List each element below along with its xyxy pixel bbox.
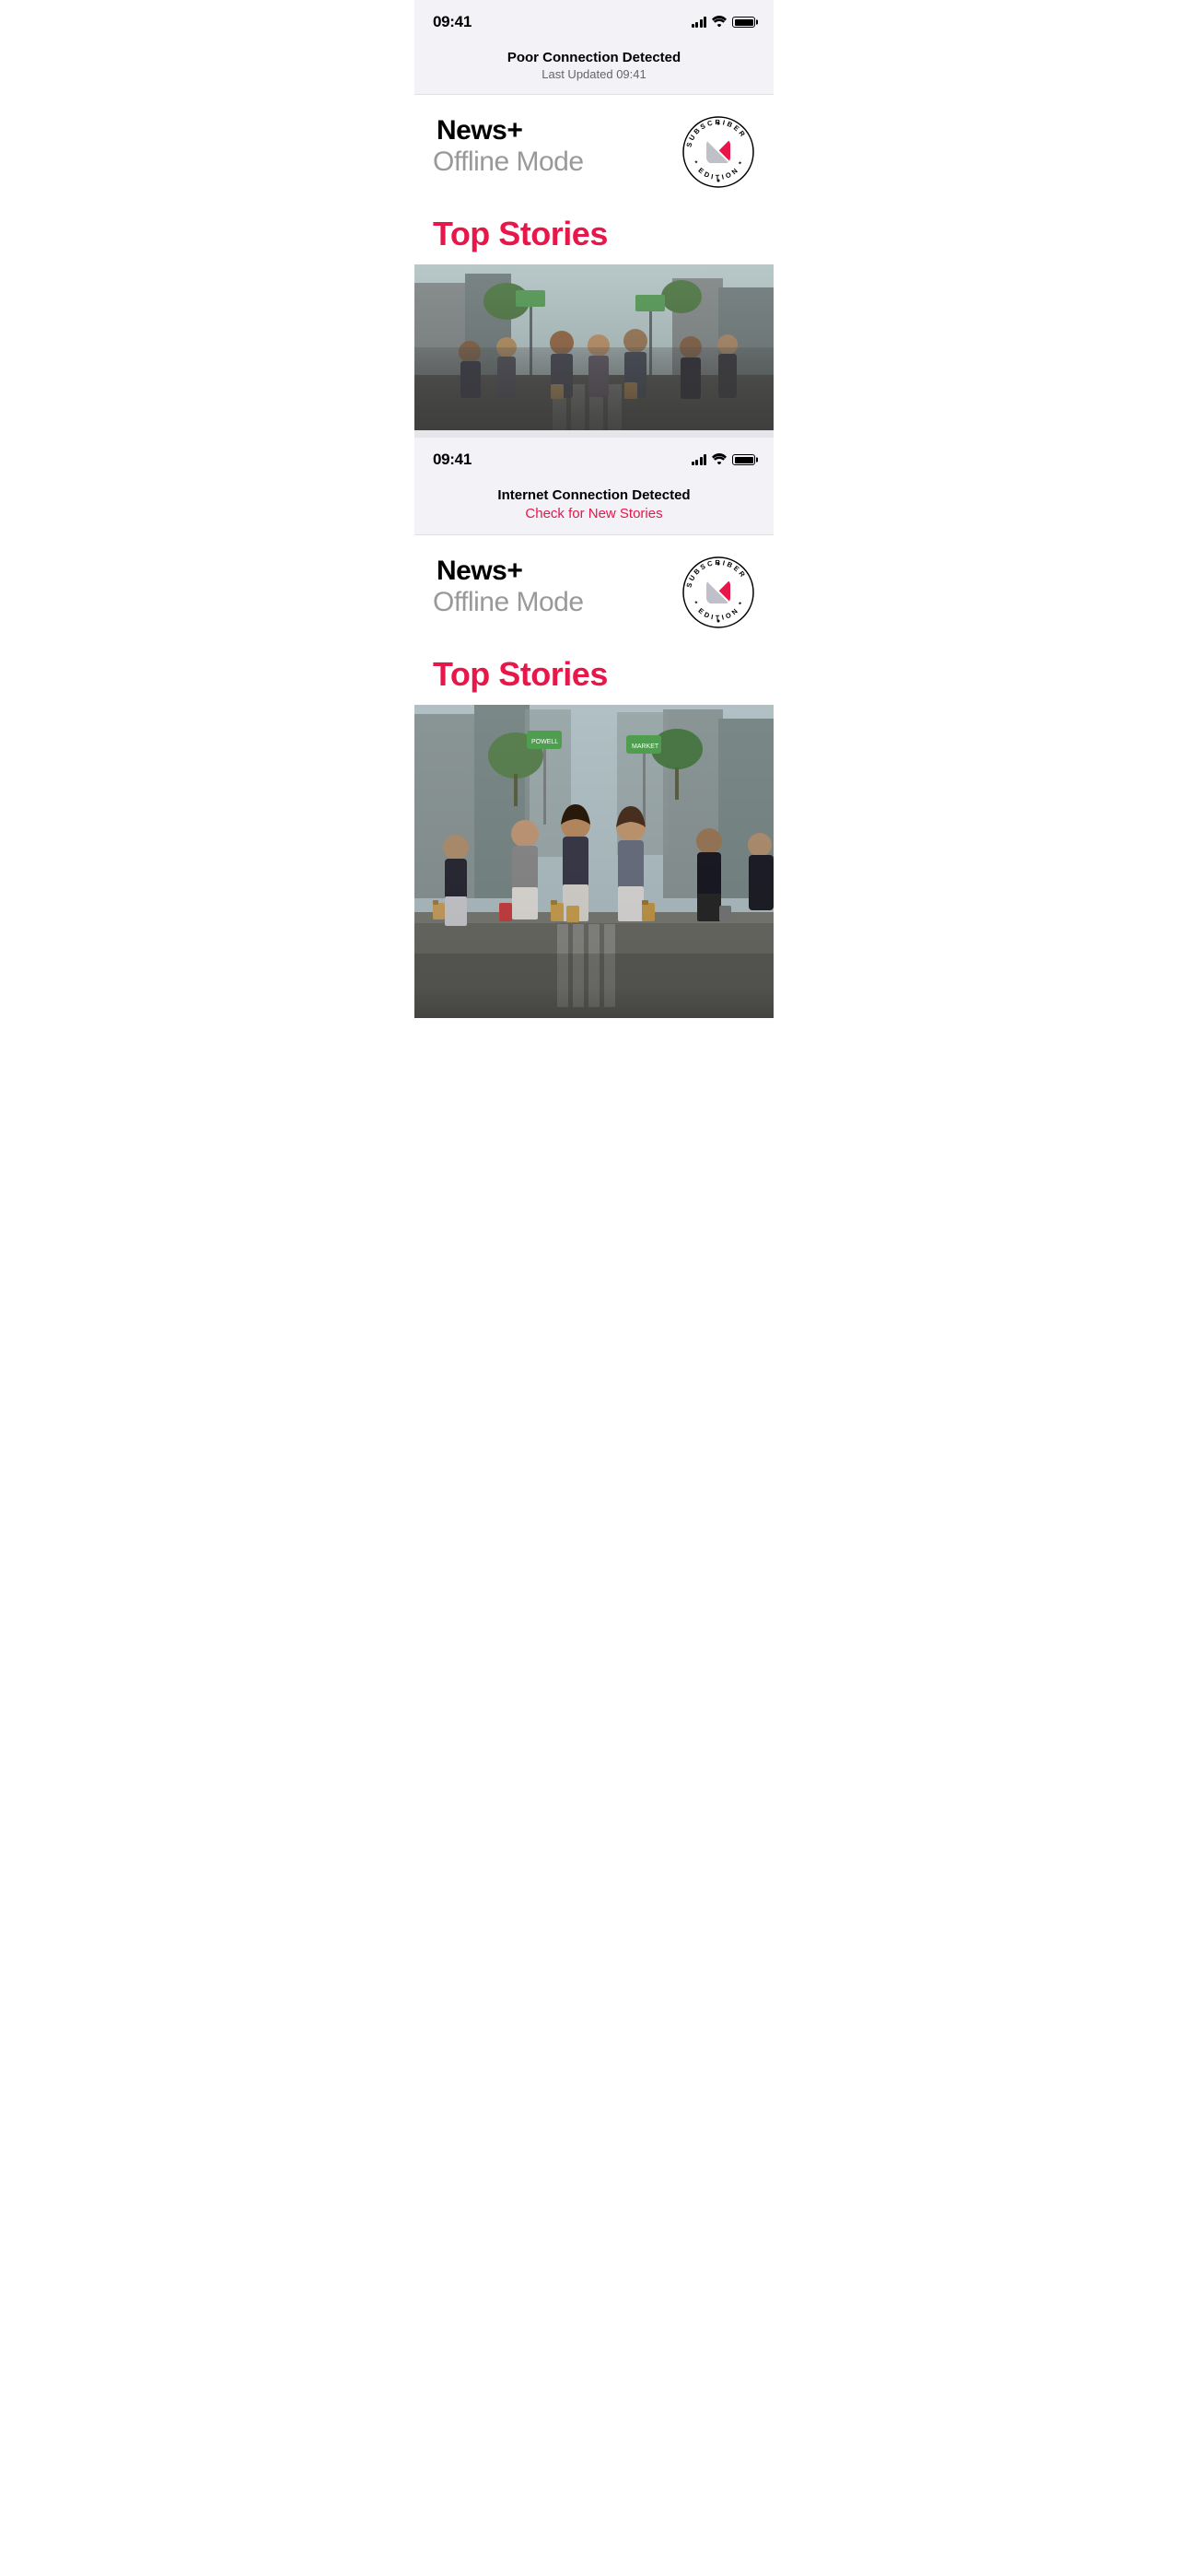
app-header-2: News+ Offline Mode SUBSCRIBER * EDITION … xyxy=(414,535,774,646)
battery-icon-2 xyxy=(732,454,755,465)
wifi-icon-1 xyxy=(712,16,727,29)
notification-banner-1: Poor Connection Detected Last Updated 09… xyxy=(414,41,774,95)
notification-title-1: Poor Connection Detected xyxy=(433,50,755,65)
notification-subtitle-1: Last Updated 09:41 xyxy=(433,67,755,81)
news-plus-text-2: News+ xyxy=(437,556,522,587)
story-svg-1 xyxy=(414,264,774,430)
status-time-2: 09:41 xyxy=(433,451,472,469)
section-title-1: Top Stories xyxy=(433,215,755,253)
subscriber-badge-svg-1: SUBSCRIBER * EDITION * xyxy=(681,115,755,189)
offline-mode-text-2: Offline Mode xyxy=(433,587,584,618)
notification-title-2: Internet Connection Detected xyxy=(433,487,755,503)
signal-icon-1 xyxy=(692,17,707,28)
status-icons-2 xyxy=(692,453,756,466)
battery-icon-1 xyxy=(732,17,755,28)
section-title-2: Top Stories xyxy=(433,655,755,694)
status-time-1: 09:41 xyxy=(433,13,472,31)
app-header-1: News+ Offline Mode SUBSCRIBER * EDITION … xyxy=(414,95,774,205)
offline-mode-text-1: Offline Mode xyxy=(433,146,584,178)
check-stories-link[interactable]: Check for New Stories xyxy=(433,506,755,521)
screen-2: 09:41 Internet Connection Detected Check… xyxy=(414,438,774,1018)
screen-1: 09:41 Poor Connection Detected Last Upda… xyxy=(414,0,774,430)
status-icons-1 xyxy=(692,16,756,29)
status-bar-2: 09:41 xyxy=(414,438,774,478)
status-bar-1: 09:41 xyxy=(414,0,774,41)
app-title-block-1: News+ Offline Mode xyxy=(433,115,584,178)
subscriber-badge-svg-2: SUBSCRIBER * EDITION * xyxy=(681,556,755,629)
subscriber-badge-2: SUBSCRIBER * EDITION * xyxy=(681,556,755,629)
wifi-icon-2 xyxy=(712,453,727,466)
app-title-block-2: News+ Offline Mode xyxy=(433,556,584,618)
screen-divider xyxy=(414,430,774,438)
app-title-1: News+ xyxy=(433,115,584,146)
signal-icon-2 xyxy=(692,454,707,465)
section-header-1: Top Stories xyxy=(414,205,774,264)
story-svg-2: POWELL MARKET xyxy=(414,705,774,1018)
subscriber-badge-1: SUBSCRIBER * EDITION * xyxy=(681,115,755,189)
news-plus-text-1: News+ xyxy=(437,115,522,146)
section-header-2: Top Stories xyxy=(414,646,774,705)
notification-banner-2: Internet Connection Detected Check for N… xyxy=(414,478,774,535)
story-image-1 xyxy=(414,264,774,430)
large-story-image: POWELL MARKET xyxy=(414,705,774,1018)
app-title-2: News+ xyxy=(433,556,584,587)
street-scene-1 xyxy=(414,264,774,430)
